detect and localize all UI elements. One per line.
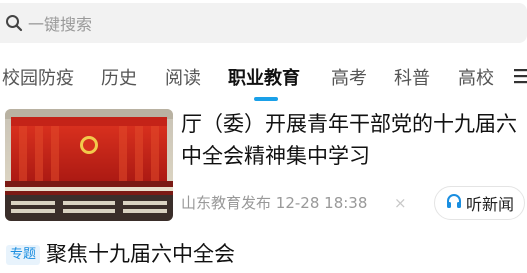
category-tabs: 校园防疫 历史 阅读 职业教育 高考 科普 高校 [0,58,527,102]
tab-gaokao[interactable]: 高考 [331,65,367,93]
tab-vocational-education[interactable]: 职业教育 [228,65,300,93]
search-bar[interactable] [0,3,527,43]
headphones-icon [445,192,463,214]
article-thumbnail [5,109,173,221]
article-meta: 山东教育发布 12-28 18:38 [181,192,367,214]
search-icon [5,14,23,32]
topic-title[interactable]: 聚焦十九届六中全会 [46,238,235,270]
listen-news-button[interactable]: 听新闻 [434,186,525,220]
tab-history[interactable]: 历史 [101,65,137,93]
tab-universities[interactable]: 高校 [458,65,494,93]
search-input[interactable] [28,13,328,35]
topic-badge: 专题 [6,245,40,265]
news-article-card[interactable]: 厅（委）开展青年干部党的十九届六中全会精神集中学习 山东教育发布 12-28 1… [0,106,527,228]
listen-news-label: 听新闻 [465,195,514,214]
article-time: 12-28 18:38 [275,194,368,212]
article-headline[interactable]: 厅（委）开展青年干部党的十九届六中全会精神集中学习 [181,108,521,172]
menu-icon[interactable] [514,67,527,85]
tab-popular-science[interactable]: 科普 [394,65,430,93]
topic-item[interactable]: 专题 聚焦十九届六中全会 [0,236,527,272]
active-tab-indicator [254,97,278,101]
dismiss-article-button[interactable]: × [394,192,407,214]
article-source: 山东教育发布 [181,194,272,212]
tab-reading[interactable]: 阅读 [165,65,201,93]
tab-campus-epidemic[interactable]: 校园防疫 [2,65,74,93]
